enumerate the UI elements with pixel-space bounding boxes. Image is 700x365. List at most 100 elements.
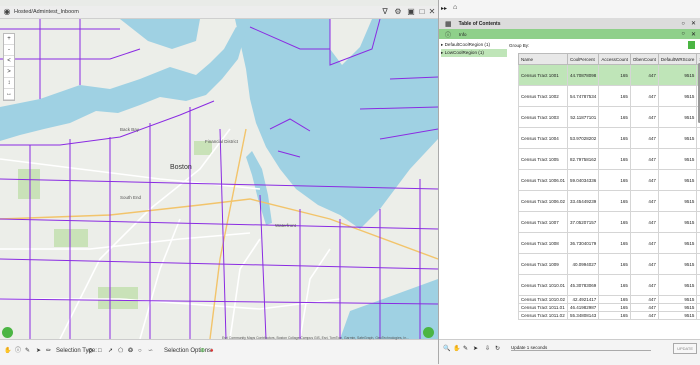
table-row[interactable]: Census Tract 100582.797581621654479515 bbox=[519, 149, 700, 170]
tree-item-default[interactable]: ▸ DefaultCoolRegion (1) bbox=[441, 41, 507, 49]
layers-icon[interactable]: ▣ bbox=[406, 7, 416, 17]
table-row[interactable]: Census Tract 100836.730401791654479515 bbox=[519, 233, 700, 254]
search-icon[interactable]: 🔍 bbox=[443, 345, 450, 352]
toc-restore-icon[interactable]: ○ bbox=[681, 21, 685, 27]
freehand-icon[interactable]: ∽ bbox=[148, 347, 153, 356]
hand-icon[interactable]: ✋ bbox=[4, 347, 11, 356]
table-row[interactable]: Census Tract 1010.0145.30783069165447951… bbox=[519, 275, 700, 296]
add-icon[interactable]: ⊕ bbox=[200, 347, 205, 356]
cell-name: Census Tract 1009 bbox=[519, 254, 568, 275]
zoom-in-button[interactable]: + bbox=[4, 34, 14, 45]
cell-access: 165 bbox=[599, 304, 631, 312]
cell-access: 165 bbox=[599, 212, 631, 233]
table-row[interactable]: Census Tract 100940.09940271654479515 bbox=[519, 254, 700, 275]
cell-access: 165 bbox=[599, 107, 631, 128]
table-row[interactable]: Census Tract 1006.0233.45449239165447951… bbox=[519, 191, 700, 212]
cell-oben: 447 bbox=[630, 128, 658, 149]
cell-score: 9515 bbox=[658, 254, 697, 275]
cell-cool: 59.04034336 bbox=[568, 170, 599, 191]
table-row[interactable]: Census Tract 100254.747875341654479515 bbox=[519, 86, 700, 107]
select-icon[interactable]: ✋ bbox=[453, 345, 460, 352]
cell-access: 165 bbox=[599, 254, 631, 275]
tree-item-low[interactable]: ▸ LowCoolRegion (1) bbox=[441, 49, 507, 57]
info-bar: ⓘ Info ○ ✕ bbox=[439, 29, 700, 39]
line-select-icon[interactable]: ➚ bbox=[108, 347, 113, 356]
toc-close-icon[interactable]: ✕ bbox=[691, 20, 696, 27]
draw-icon[interactable]: ✎ bbox=[25, 347, 30, 356]
update-button[interactable]: UPDATE bbox=[673, 343, 697, 354]
table-row[interactable]: Census Tract 1006.0159.04034336165447951… bbox=[519, 170, 700, 191]
zoom-out-button[interactable]: - bbox=[4, 45, 14, 56]
table-row[interactable]: Census Tract 100352.118771011654479515 bbox=[519, 107, 700, 128]
export-icon[interactable]: ⇩ bbox=[485, 345, 490, 352]
col-oben[interactable]: ObenCount bbox=[630, 54, 658, 65]
zoom-to-icon[interactable]: ➤ bbox=[473, 345, 478, 352]
cell-oben: 447 bbox=[630, 149, 658, 170]
cell-cool: 42.4921417 bbox=[568, 296, 599, 304]
refresh-icon[interactable]: ↻ bbox=[495, 345, 500, 352]
pan-horizontal-button[interactable]: ↔ bbox=[4, 89, 14, 100]
cell-cool: 44.70878098 bbox=[568, 65, 599, 86]
cell-oben: 447 bbox=[630, 191, 658, 212]
map-settings-icon[interactable] bbox=[423, 327, 434, 338]
close-icon[interactable]: ✕ bbox=[427, 7, 437, 17]
map-canvas[interactable]: Boston Financial District Waterfront Bac… bbox=[0, 19, 438, 339]
cell-access: 165 bbox=[599, 128, 631, 149]
restore-icon[interactable]: □ bbox=[417, 7, 427, 17]
info-title: Info bbox=[459, 32, 467, 37]
cell-score: 9515 bbox=[658, 275, 697, 296]
info-restore-icon[interactable]: ○ bbox=[681, 31, 685, 37]
table-row[interactable]: Census Tract 100453.970282021654479515 bbox=[519, 128, 700, 149]
target-icon[interactable]: ◎ bbox=[88, 347, 93, 356]
expand-icon[interactable]: ▸▸ bbox=[441, 5, 447, 12]
cell-score: 9515 bbox=[658, 296, 697, 304]
refresh-interval[interactable]: Update 1 seconds bbox=[511, 345, 651, 351]
table-row[interactable]: Census Tract 1010.0242.49214171654479515 bbox=[519, 296, 700, 304]
cell-name: Census Tract 1001 bbox=[519, 65, 568, 86]
col-score[interactable]: DefaultWRScore bbox=[658, 54, 697, 65]
cell-name: Census Tract 1003 bbox=[519, 107, 568, 128]
cell-name: Census Tract 1010.01 bbox=[519, 275, 568, 296]
info-close-icon[interactable]: ✕ bbox=[691, 31, 696, 38]
pan-right-button[interactable]: > bbox=[4, 67, 14, 78]
col-name[interactable]: Name bbox=[519, 54, 568, 65]
cell-access: 165 bbox=[599, 296, 631, 304]
circle-select-icon[interactable]: ○ bbox=[138, 347, 142, 356]
table-row[interactable]: Census Tract 1011.0146.41982987165447951… bbox=[519, 304, 700, 312]
rectangle-select-icon[interactable]: □ bbox=[98, 347, 102, 356]
cell-access: 165 bbox=[599, 149, 631, 170]
home-icon[interactable]: ⌂ bbox=[453, 4, 457, 11]
select-arrow-icon[interactable]: ➤ bbox=[36, 347, 41, 356]
polygon-select-icon[interactable]: ⬠ bbox=[118, 347, 123, 356]
settings-icon[interactable]: ⚙ bbox=[393, 7, 403, 17]
cell-name: Census Tract 1005 bbox=[519, 149, 568, 170]
locate-icon[interactable] bbox=[2, 327, 13, 338]
city-label: Boston bbox=[170, 164, 192, 171]
cell-cool: 46.41982987 bbox=[568, 304, 599, 312]
toc-title: Table of Contents bbox=[459, 21, 501, 27]
col-cool[interactable]: CoolPercent bbox=[568, 54, 599, 65]
cell-score: 9515 bbox=[658, 128, 697, 149]
group-by-label: Group By: bbox=[509, 43, 529, 48]
info-icon[interactable]: ⓘ bbox=[15, 347, 21, 356]
table-row[interactable]: Census Tract 100737.052071571654479515 bbox=[519, 212, 700, 233]
info-icon: ⓘ bbox=[445, 30, 451, 39]
pan-vertical-button[interactable]: ↕ bbox=[4, 78, 14, 89]
cell-cool: 37.05207157 bbox=[568, 212, 599, 233]
pencil-icon[interactable]: ✏ bbox=[46, 347, 51, 356]
edit-icon[interactable]: ✎ bbox=[463, 345, 468, 352]
table-row[interactable]: Census Tract 100144.708780981654479515 bbox=[519, 65, 700, 86]
green-export-icon[interactable] bbox=[688, 41, 695, 49]
layer-tree: ▸ DefaultCoolRegion (1) ▸ LowCoolRegion … bbox=[441, 41, 507, 57]
lasso-icon[interactable]: ❂ bbox=[128, 347, 133, 356]
map-title: Hosted/Admintest_Inboom bbox=[14, 9, 79, 15]
map-pane: ◉ Hosted/Admintest_Inboom ∇ ⚙ ▣ □ ✕ bbox=[0, 0, 438, 364]
pan-left-button[interactable]: < bbox=[4, 56, 14, 67]
cell-name: Census Tract 1008 bbox=[519, 233, 568, 254]
cell-score: 9515 bbox=[658, 65, 697, 86]
remove-icon[interactable]: ● bbox=[210, 347, 214, 356]
filter-icon[interactable]: ∇ bbox=[380, 7, 390, 17]
col-access[interactable]: AccessCount bbox=[599, 54, 631, 65]
cell-score: 9515 bbox=[658, 107, 697, 128]
table-row[interactable]: Census Tract 1011.0255.34808143165447951… bbox=[519, 312, 700, 320]
